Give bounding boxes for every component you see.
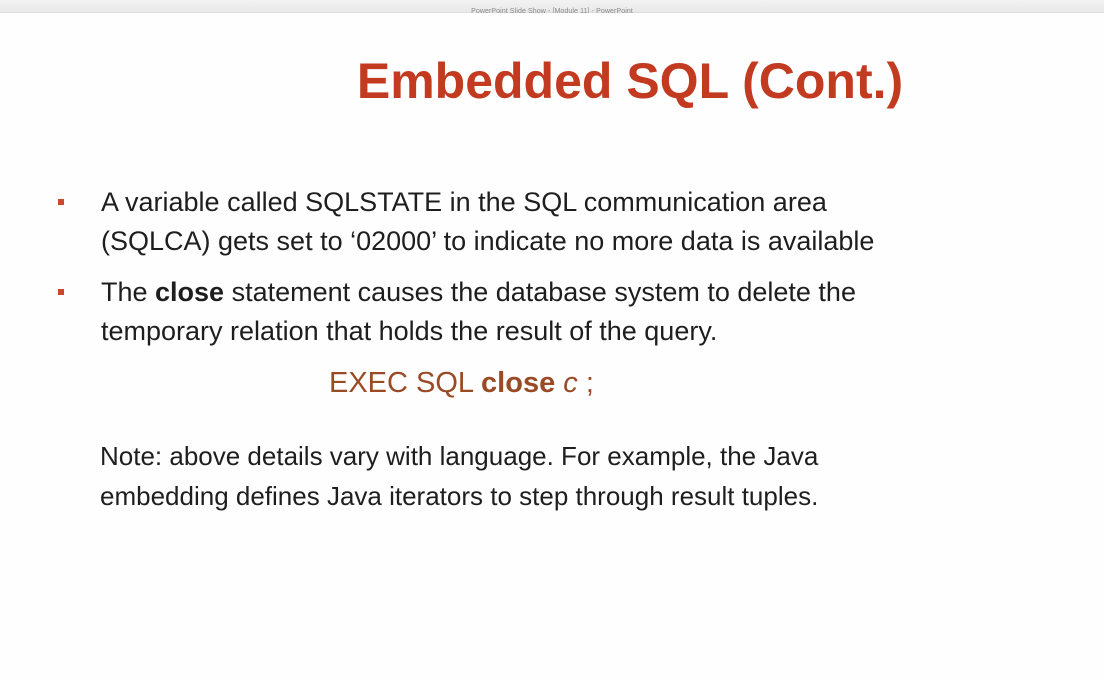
- slide: Embedded SQL (Cont.) A variable called S…: [0, 13, 1104, 680]
- slide-title: Embedded SQL (Cont.): [356, 53, 904, 109]
- bullet-1: A variable called SQLSTATE in the SQL co…: [101, 183, 874, 261]
- bullet-marker-2: [58, 289, 64, 295]
- bullet-2: The close statement causes the database …: [101, 273, 856, 351]
- bullet-1-line-1: A variable called SQLSTATE in the SQL co…: [101, 187, 827, 217]
- bullet-2-line-1: The close statement causes the database …: [101, 273, 856, 312]
- bullet-1-line-2: (SQLCA) gets set to ‘02000’ to indicate …: [101, 226, 875, 256]
- code-variable: c: [563, 367, 578, 399]
- code-keyword: close: [481, 367, 556, 399]
- bullet-2-prefix: The: [101, 277, 156, 307]
- note-text: Note: above details vary with language. …: [100, 436, 818, 516]
- code-prefix: EXEC SQL: [329, 367, 482, 399]
- note-line-2: embedding defines Java iterators to step…: [100, 481, 819, 511]
- window-titlebar: PowerPoint Slide Show - [Module 11] - Po…: [0, 0, 1104, 15]
- code-statement: EXEC SQL close c ;: [329, 365, 594, 401]
- bullet-2-line-2: temporary relation that holds the result…: [101, 316, 718, 346]
- bullet-marker-1: [58, 199, 64, 205]
- bullet-2-suffix: statement causes the database system to …: [224, 277, 856, 307]
- close-keyword: close: [155, 277, 225, 307]
- note-line-1: Note: above details vary with language. …: [100, 441, 819, 471]
- code-suffix: ;: [577, 367, 594, 399]
